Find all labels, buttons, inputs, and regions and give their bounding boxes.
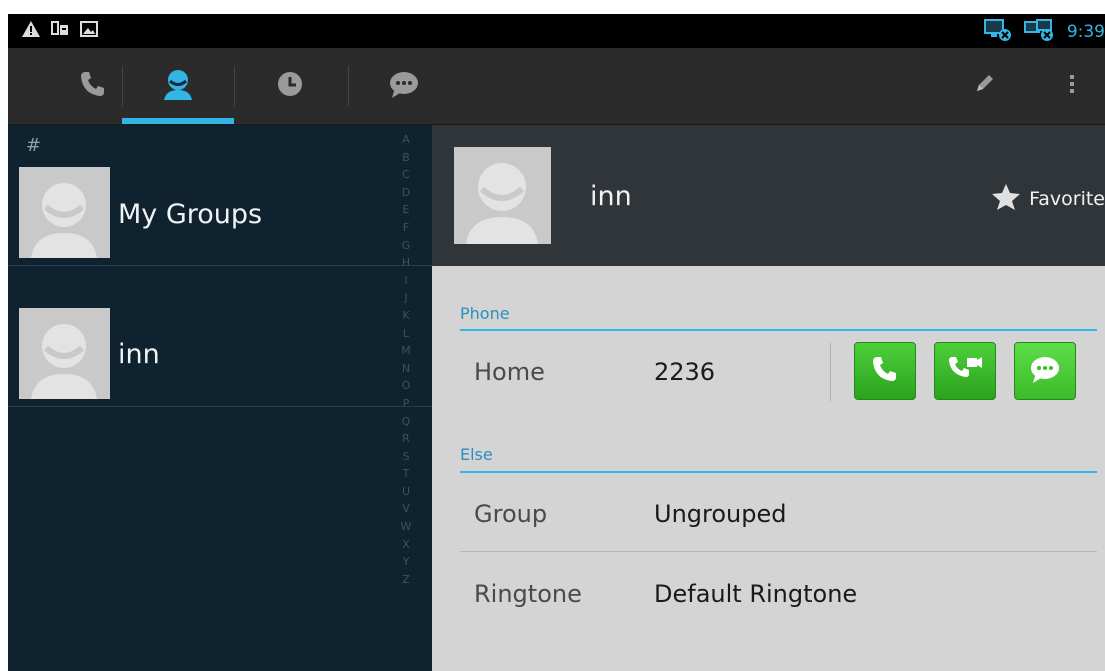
contact-list: # My Groups inn ABCDEFGHIJKLMNOPQRSTUVWX…	[8, 125, 432, 671]
alphabet-index[interactable]: ABCDEFGHIJKLMNOPQRSTUVWXYZ	[394, 131, 418, 588]
ringtone-value[interactable]: Default Ringtone	[654, 580, 857, 608]
alphabet-letter[interactable]: Q	[402, 413, 411, 431]
alphabet-letter[interactable]: C	[402, 166, 410, 184]
avatar	[454, 147, 551, 244]
picture-icon	[80, 21, 98, 41]
clock-icon	[275, 69, 305, 103]
alphabet-letter[interactable]: X	[402, 536, 410, 554]
alphabet-letter[interactable]: V	[402, 500, 410, 518]
network-disconnected-icon	[983, 18, 1013, 46]
message-button[interactable]	[1014, 342, 1076, 400]
alphabet-letter[interactable]: U	[402, 483, 410, 501]
call-button[interactable]	[854, 342, 916, 400]
video-call-button[interactable]	[934, 342, 996, 400]
video-call-icon	[947, 354, 983, 388]
alphabet-letter[interactable]: B	[402, 149, 410, 167]
selected-tab-indicator	[122, 118, 234, 124]
row-divider	[460, 551, 1097, 552]
contact-detail: inn Favorite Phone Home 2236 Else Group …	[432, 125, 1105, 671]
ringtone-label: Ringtone	[474, 580, 582, 608]
clock-time: 9:39	[1066, 22, 1105, 42]
section-else: Else	[460, 445, 493, 464]
alphabet-letter[interactable]: L	[403, 325, 409, 343]
network-disconnected-icon	[1023, 18, 1057, 46]
message-icon	[1029, 354, 1061, 388]
alphabet-letter[interactable]: Y	[403, 553, 410, 571]
overflow-menu-button[interactable]	[1042, 48, 1102, 124]
alphabet-letter[interactable]: G	[402, 237, 411, 255]
tab-call-log[interactable]	[235, 48, 345, 124]
favorite-label: Favorite	[1029, 188, 1105, 210]
section-divider	[460, 471, 1097, 473]
status-bar: 9:39	[8, 14, 1105, 48]
group-value[interactable]: Ungrouped	[654, 500, 786, 528]
alphabet-letter[interactable]: Z	[402, 571, 410, 589]
alphabet-letter[interactable]: T	[403, 465, 410, 483]
alphabet-letter[interactable]: K	[402, 307, 409, 325]
list-item-my-groups[interactable]: My Groups	[8, 125, 432, 266]
alphabet-letter[interactable]: E	[403, 201, 410, 219]
avatar	[19, 167, 110, 258]
alphabet-letter[interactable]: R	[402, 430, 410, 448]
alphabet-letter[interactable]: O	[402, 377, 411, 395]
phone-icon	[78, 69, 108, 103]
contact-name: inn	[590, 181, 632, 212]
contacts-icon	[160, 66, 196, 106]
contact-name: inn	[118, 339, 160, 370]
favorite-button[interactable]: Favorite	[991, 183, 1105, 215]
alphabet-letter[interactable]: I	[404, 272, 407, 290]
alphabet-letter[interactable]: H	[402, 254, 410, 272]
alphabet-letter[interactable]: A	[402, 131, 410, 149]
group-label: Group	[474, 500, 548, 528]
warning-icon	[22, 21, 40, 41]
vertical-divider	[830, 343, 831, 401]
edit-icon	[973, 73, 995, 99]
contact-name: My Groups	[118, 199, 263, 230]
alphabet-letter[interactable]: W	[401, 518, 412, 536]
tab-messages[interactable]	[349, 48, 459, 124]
alphabet-letter[interactable]: D	[402, 184, 410, 202]
detail-header: inn Favorite	[432, 125, 1105, 266]
alphabet-letter[interactable]: P	[403, 395, 410, 413]
star-icon	[991, 183, 1021, 215]
tab-contacts[interactable]	[123, 48, 233, 124]
phone-number[interactable]: 2236	[654, 358, 715, 386]
action-bar	[8, 48, 1105, 125]
edit-button[interactable]	[954, 48, 1014, 124]
avatar	[19, 308, 110, 399]
alphabet-letter[interactable]: S	[403, 448, 410, 466]
section-phone: Phone	[460, 304, 510, 323]
list-item-inn[interactable]: inn	[8, 266, 432, 407]
contacts-app: 9:39 # My Groups inn A B C D E F G H I J…	[8, 14, 1105, 671]
alphabet-letter[interactable]: J	[404, 289, 407, 307]
alphabet-letter[interactable]: M	[401, 342, 411, 360]
message-icon	[388, 69, 420, 103]
section-divider	[460, 329, 1097, 331]
alphabet-letter[interactable]: N	[402, 360, 410, 378]
phone-icon	[870, 354, 900, 388]
overflow-menu-icon	[1068, 73, 1076, 99]
usb-icon	[50, 20, 70, 42]
alphabet-letter[interactable]: F	[403, 219, 409, 237]
phone-type-label: Home	[474, 358, 545, 386]
